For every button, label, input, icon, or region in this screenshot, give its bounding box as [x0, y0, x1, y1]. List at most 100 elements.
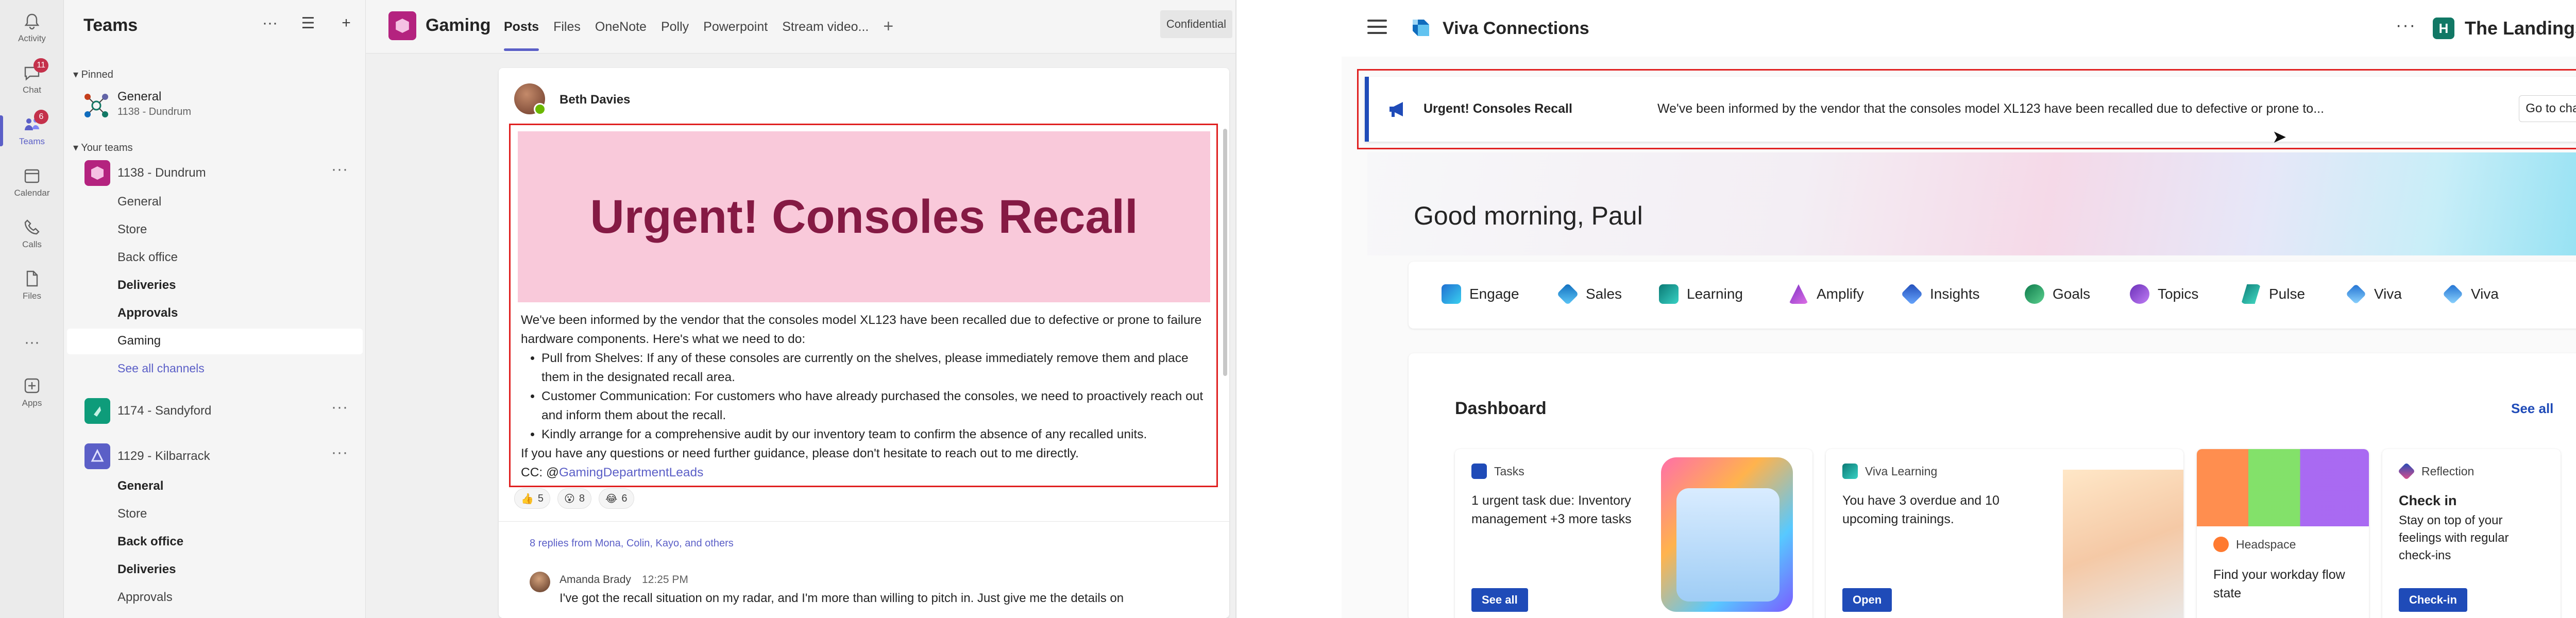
- card-headspace[interactable]: Headspace Find your workday flow state: [2197, 449, 2369, 618]
- learning-open-button[interactable]: Open: [1842, 588, 1892, 612]
- reply-author[interactable]: Amanda Brady: [560, 574, 631, 586]
- engage-icon: [1442, 284, 1461, 304]
- viva-connections-logo-icon: [1413, 20, 1429, 36]
- rail-more[interactable]: ···: [0, 319, 64, 366]
- pinned-general[interactable]: General 1138 - Dundrum: [64, 85, 366, 125]
- app-learning[interactable]: Learning: [1659, 284, 1743, 304]
- tab-powerpoint[interactable]: Powerpoint: [703, 20, 768, 35]
- channel-store[interactable]: Store: [117, 507, 147, 521]
- more-options-icon[interactable]: ···: [2396, 15, 2416, 36]
- your-teams-section[interactable]: ▾ Your teams: [73, 141, 133, 154]
- teams-window: Activity 11 Chat 6 Teams Calendar Calls …: [0, 0, 1236, 618]
- sensitivity-label[interactable]: Confidential: [1160, 10, 1232, 38]
- add-icon[interactable]: +: [337, 14, 355, 32]
- channel-general[interactable]: General: [117, 479, 163, 493]
- channel-general[interactable]: General: [117, 195, 161, 209]
- card-app-name: Viva Learning: [1865, 464, 1938, 478]
- card-app-name: Headspace: [2236, 537, 2296, 551]
- check-in-button[interactable]: Check-in: [2399, 588, 2467, 612]
- post-intro: We've been informed by the vendor that t…: [521, 313, 1202, 346]
- filter-icon[interactable]: ☰: [299, 14, 317, 32]
- bullet-item: Kindly arrange for a comprehensive audit…: [541, 425, 1211, 444]
- channel-tabs: Posts Files OneNote Polly Powerpoint Str…: [504, 18, 893, 51]
- channel-store[interactable]: Store: [117, 222, 147, 237]
- replies-summary-link[interactable]: 8 replies from Mona, Colin, Kayo, and ot…: [530, 538, 734, 550]
- tab-polly[interactable]: Polly: [661, 20, 689, 35]
- app-label: Goals: [2053, 286, 2091, 302]
- channel-title: Gaming: [426, 15, 491, 35]
- go-to-channel-button[interactable]: Go to channel: [2519, 95, 2576, 122]
- app-goals[interactable]: Goals: [2025, 284, 2090, 304]
- divider: [499, 521, 1229, 522]
- viva-icon: [2442, 283, 2464, 305]
- rail-apps[interactable]: Apps: [0, 367, 64, 418]
- dashboard-see-all-link[interactable]: See all: [2511, 401, 2553, 417]
- tab-stream-video[interactable]: Stream video...: [782, 20, 869, 35]
- laugh-emoji-icon: 😂: [605, 493, 618, 505]
- rail-label: Apps: [22, 398, 42, 408]
- reaction-count: 8: [579, 492, 585, 504]
- rail-label: Chat: [23, 85, 41, 95]
- card-app-name: Tasks: [1494, 464, 1524, 478]
- scrollbar[interactable]: [1223, 129, 1227, 376]
- channel-approvals[interactable]: Approvals: [117, 590, 173, 605]
- team-1129-kilbarrack[interactable]: 1129 - Kilbarrack ···: [64, 441, 366, 472]
- site-name[interactable]: The Landings: [2465, 18, 2576, 39]
- card-tasks[interactable]: Tasks 1 urgent task due: Inventory manag…: [1455, 449, 1812, 618]
- rail-teams[interactable]: 6 Teams: [0, 105, 64, 157]
- see-all-channels-link[interactable]: See all channels: [117, 362, 205, 375]
- app-viva[interactable]: Viva: [2345, 283, 2402, 305]
- rail-calendar[interactable]: Calendar: [0, 157, 64, 208]
- channel-back-office[interactable]: Back office: [117, 535, 183, 549]
- tasks-see-all-button[interactable]: See all: [1471, 588, 1528, 612]
- app-viva-2[interactable]: Viva: [2442, 283, 2499, 305]
- rail-label: Files: [23, 291, 41, 301]
- team-1174-sandyford[interactable]: 1174 - Sandyford ···: [64, 396, 366, 426]
- post-author[interactable]: Beth Davies: [560, 93, 630, 107]
- mention-link[interactable]: GamingDepartmentLeads: [559, 466, 704, 479]
- team-1138-dundrum[interactable]: 1138 - Dundrum ···: [64, 158, 366, 188]
- rail-calls[interactable]: Calls: [0, 208, 64, 260]
- more-options-icon[interactable]: ···: [261, 14, 279, 32]
- card-reflection[interactable]: Reflection Check in Stay on top of your …: [2382, 449, 2561, 618]
- post-closing: If you have any questions or need furthe…: [521, 447, 1079, 460]
- channel-back-office[interactable]: Back office: [117, 250, 178, 265]
- team-more-icon[interactable]: ···: [331, 399, 348, 416]
- add-tab-icon[interactable]: +: [883, 18, 893, 35]
- app-sales[interactable]: Sales: [1556, 283, 1622, 305]
- channel-approvals[interactable]: Approvals: [117, 306, 178, 320]
- reaction-surprised[interactable]: 😮 8: [557, 488, 592, 509]
- app-pulse[interactable]: Pulse: [2241, 284, 2305, 304]
- rail-activity[interactable]: Activity: [0, 2, 64, 54]
- urgent-alert-banner[interactable]: Urgent! Consoles Recall We've been infor…: [1365, 77, 2576, 142]
- reflection-icon: [2398, 462, 2415, 480]
- pinned-channel-team: 1138 - Dundrum: [117, 106, 192, 117]
- team-more-icon[interactable]: ···: [331, 161, 348, 178]
- app-amplify[interactable]: Amplify: [1789, 284, 1864, 304]
- tab-onenote[interactable]: OneNote: [595, 20, 647, 35]
- app-insights[interactable]: Insights: [1901, 283, 1980, 305]
- headspace-illustration: [2197, 449, 2369, 526]
- reaction-like[interactable]: 👍 5: [514, 488, 551, 509]
- channel-deliveries[interactable]: Deliveries: [117, 278, 176, 293]
- team-more-icon[interactable]: ···: [331, 444, 348, 461]
- mouse-cursor-icon: ➤: [2272, 127, 2287, 147]
- card-viva-learning[interactable]: Viva Learning You have 3 overdue and 10 …: [1826, 449, 2183, 618]
- pinned-section[interactable]: ▾ Pinned: [73, 68, 113, 81]
- app-topics[interactable]: Topics: [2130, 284, 2198, 304]
- channel-gaming[interactable]: Gaming: [117, 334, 161, 348]
- tab-posts[interactable]: Posts: [504, 20, 539, 51]
- your-teams-label: Your teams: [81, 142, 133, 153]
- hamburger-menu-icon[interactable]: [1367, 20, 1387, 35]
- app-engage[interactable]: Engage: [1442, 284, 1519, 304]
- app-label: Amplify: [1817, 286, 1864, 302]
- rail-chat[interactable]: 11 Chat: [0, 54, 64, 105]
- selected-channel-highlight: [67, 329, 363, 354]
- reaction-laugh[interactable]: 😂 6: [599, 488, 634, 509]
- team-avatar-icon: [84, 160, 110, 186]
- tab-files[interactable]: Files: [553, 20, 581, 35]
- avatar[interactable]: [530, 572, 550, 592]
- channel-deliveries[interactable]: Deliveries: [117, 562, 176, 577]
- rail-files[interactable]: Files: [0, 260, 64, 311]
- avatar[interactable]: [514, 83, 546, 115]
